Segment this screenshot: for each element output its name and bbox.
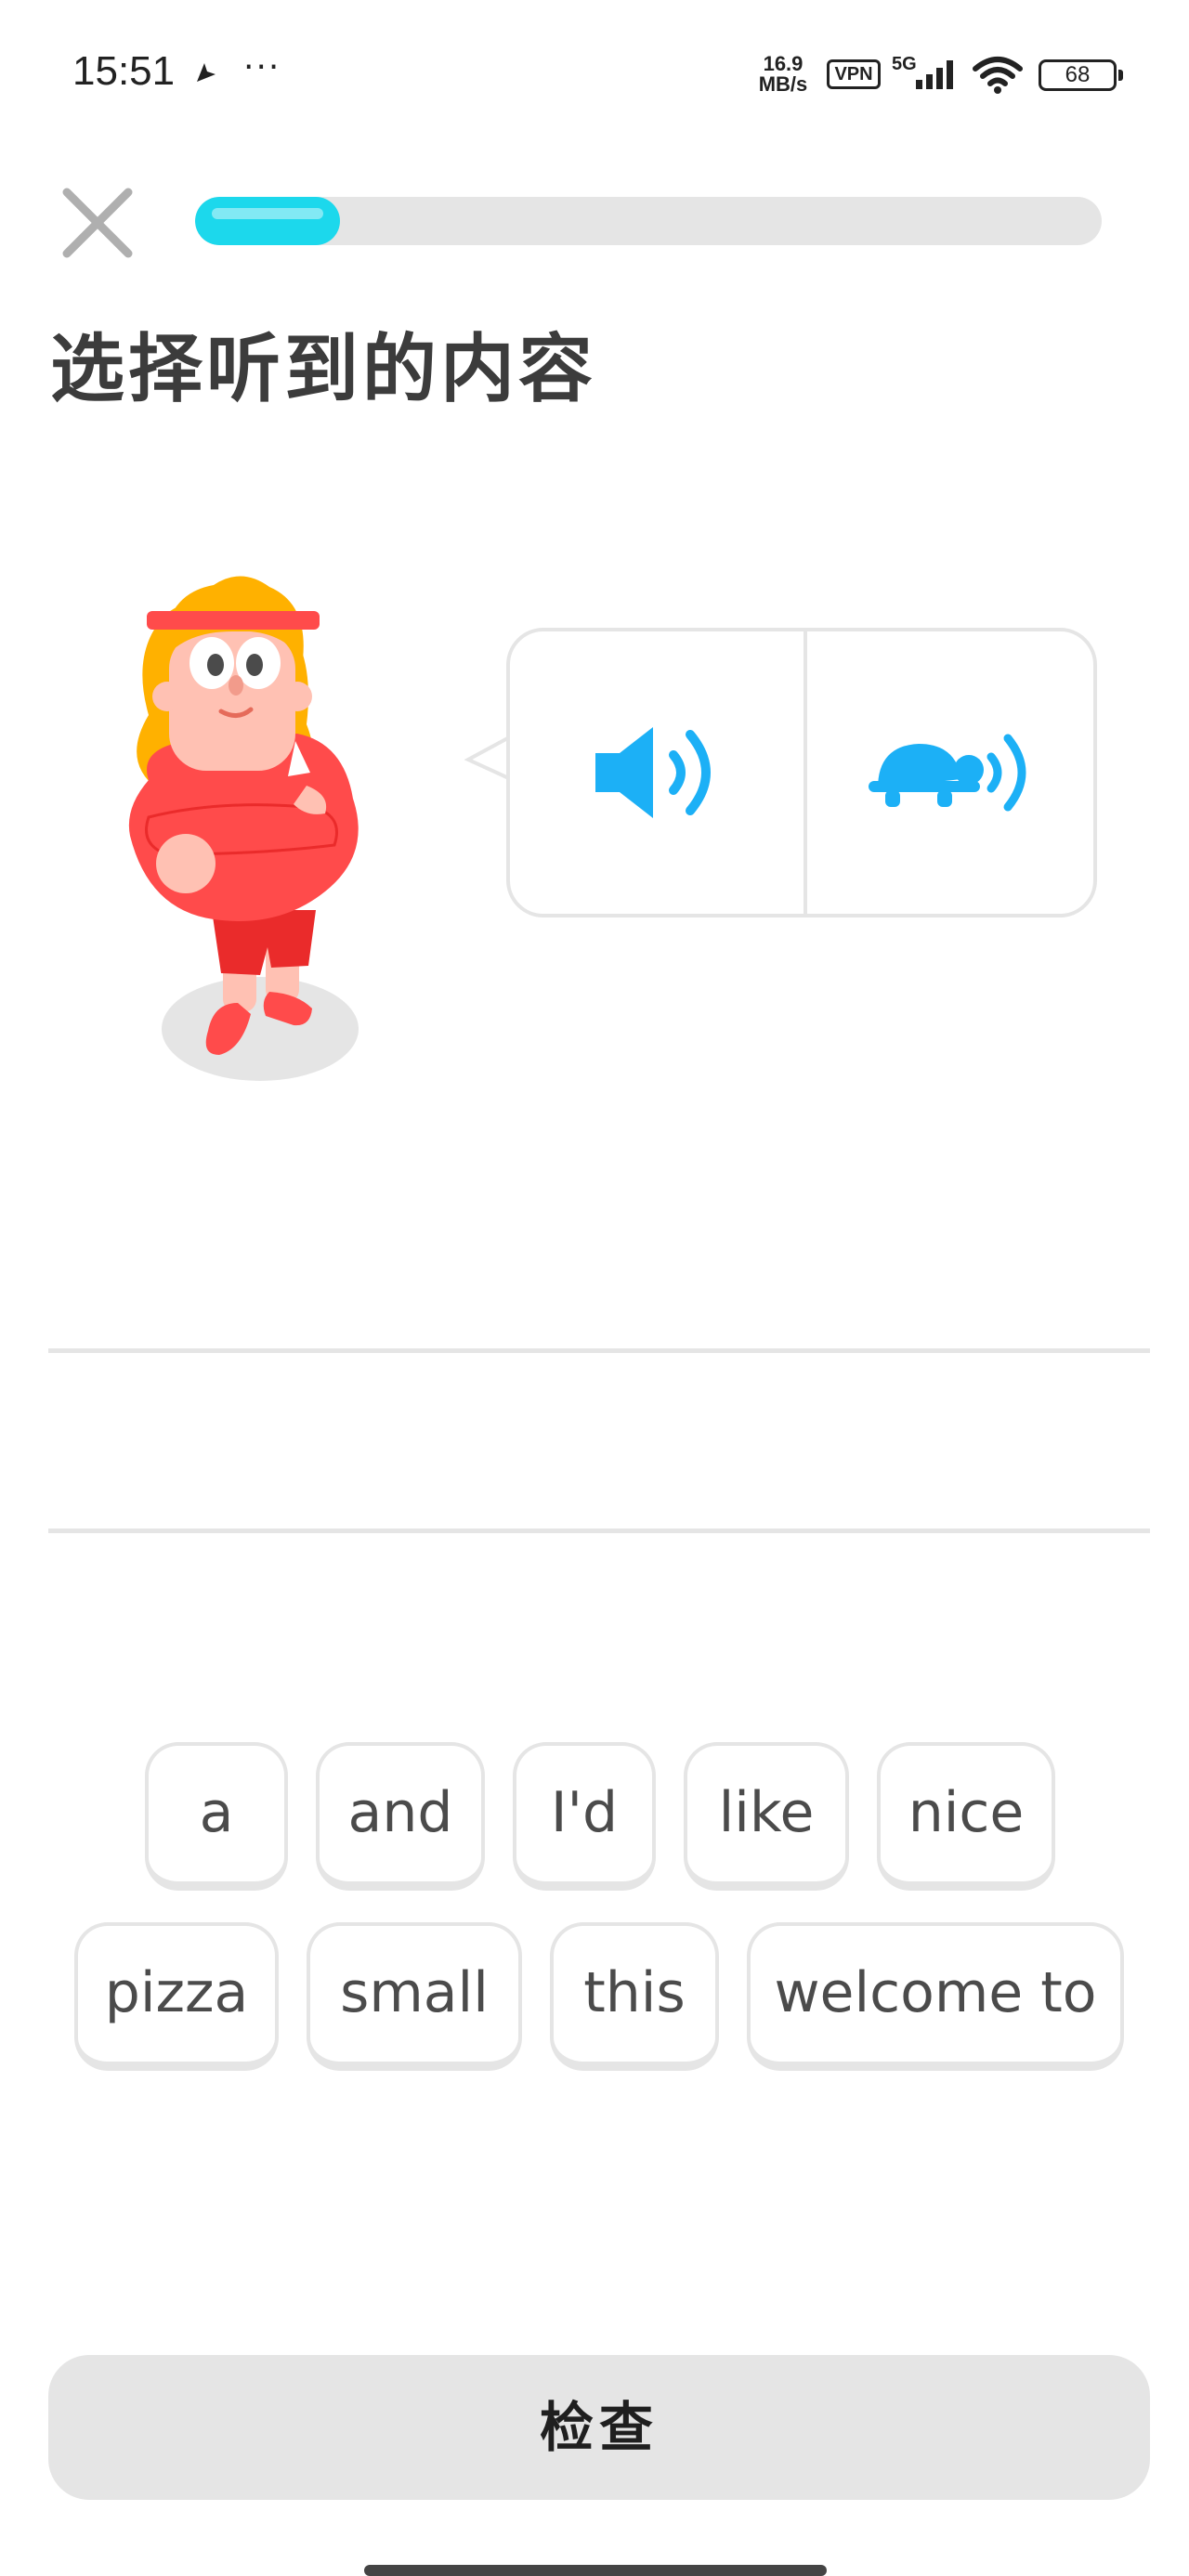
word-chip-like[interactable]: like	[684, 1742, 849, 1891]
page-title: 选择听到的内容	[50, 326, 596, 412]
signal-icon	[916, 60, 953, 89]
play-slow-audio-button[interactable]	[807, 631, 1099, 914]
progress-shine	[212, 208, 323, 219]
word-chip-small[interactable]: small	[307, 1922, 522, 2071]
location-arrow-icon	[197, 63, 216, 82]
word-chip-and[interactable]: and	[316, 1742, 485, 1891]
turtle-icon	[869, 734, 1026, 812]
word-chip-nice[interactable]: nice	[877, 1742, 1055, 1891]
answer-line-2	[48, 1529, 1150, 1533]
close-icon	[62, 188, 133, 258]
check-button[interactable]: 检查	[48, 2355, 1150, 2500]
battery-indicator: 68	[1039, 59, 1123, 91]
home-indicator[interactable]	[364, 2565, 827, 2576]
character-illustration	[128, 576, 359, 1081]
status-bar: 15:51 ··· 16.9 MB/s VPN 5G 68	[0, 0, 1189, 149]
speaker-icon	[595, 727, 711, 818]
answer-line-1	[48, 1348, 1150, 1353]
status-more-dots: ···	[243, 48, 281, 86]
progress-fill	[195, 197, 340, 245]
play-audio-button[interactable]	[510, 631, 802, 914]
close-button[interactable]	[56, 181, 139, 265]
word-chip-a[interactable]: a	[145, 1742, 288, 1891]
word-chip-this[interactable]: this	[550, 1922, 719, 2071]
word-chip-welcome-to[interactable]: welcome to	[747, 1922, 1124, 2071]
word-chip-pizza[interactable]: pizza	[74, 1922, 279, 2071]
lesson-progress-bar	[195, 197, 1102, 245]
status-time: 15:51	[72, 48, 176, 94]
network-speed: 16.9 MB/s	[758, 52, 808, 96]
wifi-icon	[973, 57, 1023, 94]
audio-speech-bubble	[506, 628, 1097, 917]
vpn-badge: VPN	[827, 59, 881, 89]
word-chip-id[interactable]: I'd	[513, 1742, 656, 1891]
